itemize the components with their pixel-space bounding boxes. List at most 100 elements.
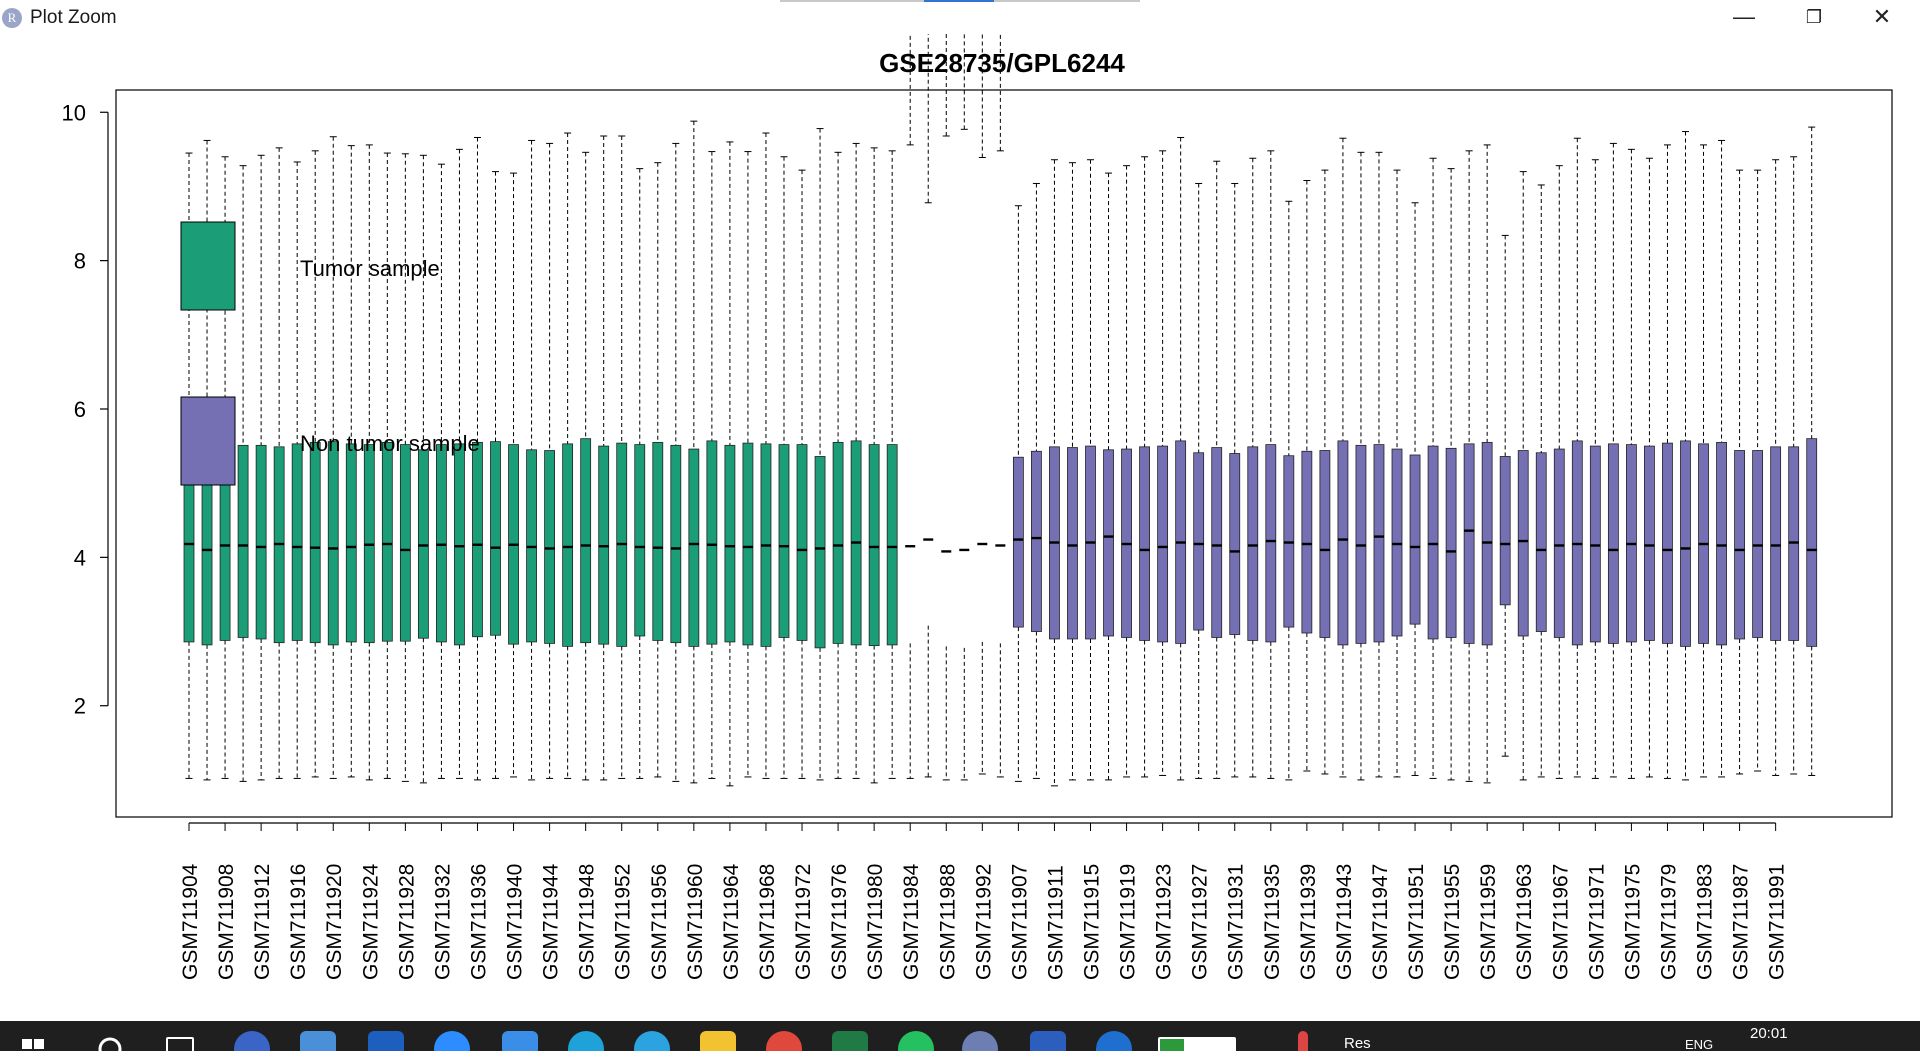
boxplot-item xyxy=(1626,148,1637,779)
windows-start-icon[interactable] xyxy=(20,1031,56,1051)
boxplot-item xyxy=(1445,168,1457,781)
boxplot-item xyxy=(760,132,772,779)
boxplot-item xyxy=(905,34,916,779)
chrome-icon[interactable] xyxy=(766,1031,802,1051)
x-tick-labels: GSM711904 GSM711908 GSM711912 GSM711916 GSM7… xyxy=(179,822,1789,980)
box-iqr xyxy=(255,444,267,640)
boxplot-item xyxy=(1571,137,1583,778)
close-button[interactable]: ✕ xyxy=(1852,0,1912,34)
boxplot-item xyxy=(1067,162,1078,781)
box-iqr xyxy=(652,441,664,641)
boxplot-item xyxy=(580,151,592,781)
x-tick-label: GSM711947 xyxy=(1369,864,1392,980)
store-icon[interactable] xyxy=(502,1031,538,1051)
boxplot-item xyxy=(381,152,393,779)
mail-icon[interactable] xyxy=(300,1031,336,1051)
boxplot-item xyxy=(309,150,321,778)
search-icon[interactable] xyxy=(92,1031,128,1051)
boxplot-item xyxy=(1463,150,1475,782)
x-tick-label: GSM711971 xyxy=(1585,864,1608,980)
x-tick-label: GSM711987 xyxy=(1730,864,1753,980)
x-tick-label: GSM711968 xyxy=(756,864,779,980)
x-tick-label: GSM711908 xyxy=(215,864,238,980)
blue-app-icon[interactable] xyxy=(368,1031,404,1051)
x-tick-label: GSM711988 xyxy=(936,864,959,980)
box-iqr xyxy=(634,444,646,637)
box-iqr xyxy=(1499,456,1511,606)
whatsapp-icon[interactable] xyxy=(898,1031,934,1051)
x-tick-label: GSM711964 xyxy=(720,863,743,980)
boxplot-item xyxy=(273,147,285,779)
boxplot-item xyxy=(923,34,934,778)
boxplot-item xyxy=(1716,139,1727,778)
boxplot-item xyxy=(742,151,754,778)
sigma-app-icon[interactable] xyxy=(234,1031,270,1051)
box-iqr xyxy=(1752,450,1764,638)
boxplot-item xyxy=(1139,156,1150,778)
taskbar-clock[interactable]: 20:01 xyxy=(1750,1025,1788,1042)
box-iqr xyxy=(1373,444,1385,643)
edge-icon[interactable] xyxy=(568,1031,604,1051)
boxplot-item xyxy=(1301,180,1313,772)
boxplot-item xyxy=(1337,137,1349,778)
boxplot-item xyxy=(688,120,700,784)
box-iqr xyxy=(1211,447,1223,638)
boxplot-item xyxy=(995,34,1006,778)
box-iqr xyxy=(1247,446,1259,641)
box-iqr xyxy=(381,441,393,642)
box-iqr xyxy=(472,441,483,638)
r-app-icon[interactable] xyxy=(962,1031,998,1051)
boxplot-item xyxy=(724,141,736,787)
boxplot-item xyxy=(1157,150,1169,776)
box-iqr xyxy=(580,438,592,644)
box-iqr xyxy=(868,444,880,647)
y-tick-label: 8 xyxy=(74,249,86,274)
boxplot-item xyxy=(1175,136,1187,781)
x-tick-label: GSM711932 xyxy=(431,864,454,980)
y-tick-label: 2 xyxy=(74,694,86,719)
boxplot-item xyxy=(237,165,249,782)
box-iqr xyxy=(1589,445,1601,643)
boxplot-item xyxy=(706,151,718,779)
boxplot-item xyxy=(255,154,267,781)
box-series xyxy=(183,34,1818,787)
boxplot-item xyxy=(1770,159,1782,776)
word-icon[interactable] xyxy=(1030,1031,1066,1051)
boxplot-item xyxy=(1319,169,1331,775)
restore-button[interactable]: ❐ xyxy=(1784,0,1844,34)
x-tick-label: GSM711975 xyxy=(1621,864,1644,980)
boxplot-item xyxy=(1409,202,1421,776)
y-tick-label: 10 xyxy=(62,100,86,125)
boxplot-item xyxy=(977,34,988,775)
task-view-icon[interactable] xyxy=(166,1037,194,1051)
boxplot-item xyxy=(1662,144,1673,779)
boxplot-item xyxy=(327,136,339,779)
minimize-button[interactable]: — xyxy=(1714,0,1774,34)
box-iqr xyxy=(454,443,465,646)
y-tick-label: 6 xyxy=(74,397,86,422)
folder-icon[interactable] xyxy=(700,1031,736,1051)
x-tick-label: GSM711951 xyxy=(1405,864,1428,980)
box-iqr xyxy=(1409,454,1421,625)
boxplot-item xyxy=(490,171,501,779)
language-indicator[interactable]: ENG xyxy=(1685,1037,1713,1051)
box-iqr xyxy=(796,444,808,641)
box-iqr xyxy=(1427,445,1439,640)
boxplot-item xyxy=(1211,160,1223,779)
box-iqr xyxy=(1157,445,1169,643)
x-tick-label: GSM711928 xyxy=(395,864,418,980)
browser-icon[interactable] xyxy=(1096,1031,1132,1051)
telegram-icon[interactable] xyxy=(634,1031,670,1051)
boxplot-item xyxy=(1535,184,1547,778)
boxplot-item xyxy=(1085,159,1096,781)
boxplot-item xyxy=(959,34,970,781)
box-iqr xyxy=(1644,445,1655,641)
boxplot-item xyxy=(1355,151,1367,781)
boxplot-item xyxy=(291,161,303,779)
excel-icon[interactable] xyxy=(832,1031,868,1051)
x-tick-label: GSM711948 xyxy=(576,864,599,980)
zoom-icon[interactable] xyxy=(434,1031,470,1051)
boxplot-item xyxy=(562,132,574,779)
box-iqr xyxy=(417,449,429,639)
boxplot-item xyxy=(1607,142,1619,778)
